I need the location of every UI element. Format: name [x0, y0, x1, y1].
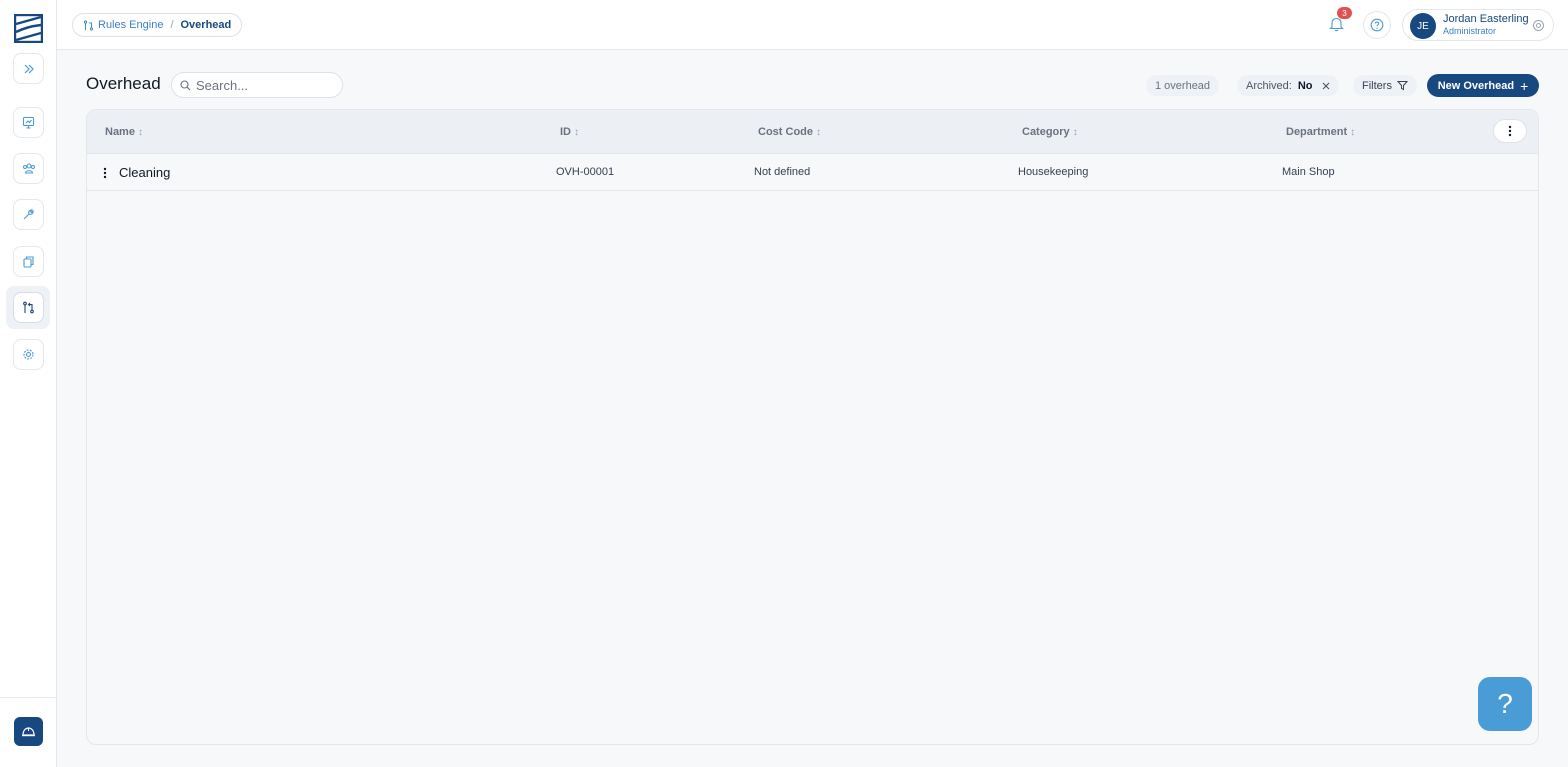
top-bar: Rules Engine / Overhead 3 JE Jordan East… — [57, 0, 1568, 50]
sidebar-item-rules-engine[interactable] — [6, 286, 50, 329]
gear-icon — [23, 349, 34, 360]
hard-hat-icon — [22, 727, 35, 737]
breadcrumb-separator: / — [170, 19, 174, 31]
column-header-id[interactable]: ID ↕ — [560, 126, 579, 138]
filter-icon — [1396, 81, 1408, 91]
sidebar-divider — [0, 697, 57, 698]
cell-name[interactable]: Cleaning — [119, 165, 170, 180]
cell-category: Housekeeping — [1018, 166, 1089, 178]
route-icon — [83, 20, 94, 30]
copy-icon — [23, 256, 34, 268]
avatar: JE — [1410, 13, 1436, 39]
gear-icon[interactable] — [1532, 19, 1545, 32]
row-actions-button[interactable] — [101, 165, 109, 181]
double-chevron-right-icon — [24, 64, 34, 73]
column-header-department[interactable]: Department ↕ — [1286, 126, 1355, 138]
cell-id: OVH-00001 — [556, 166, 615, 178]
sort-icon: ↕ — [1350, 126, 1356, 138]
breadcrumb: Rules Engine / Overhead — [72, 13, 243, 37]
help-chat-button[interactable]: ? — [1478, 677, 1532, 731]
sidebar-item-documents[interactable] — [13, 246, 44, 277]
wrench-icon — [23, 209, 34, 220]
question-circle-icon — [1370, 18, 1384, 32]
archived-filter-value: No — [1297, 79, 1313, 92]
new-overhead-label: New Overhead — [1437, 79, 1515, 92]
column-header-category[interactable]: Category ↕ — [1022, 126, 1078, 138]
notification-count-badge: 3 — [1337, 7, 1352, 19]
plus-icon: + — [1520, 77, 1529, 94]
sort-icon: ↕ — [574, 126, 579, 138]
route-icon — [22, 301, 34, 314]
sort-icon: ↕ — [137, 126, 143, 138]
table-options-button[interactable] — [1493, 119, 1527, 143]
remove-filter-button[interactable] — [1322, 82, 1330, 90]
new-overhead-button[interactable]: New Overhead + — [1427, 74, 1539, 97]
company-logo[interactable] — [14, 14, 43, 43]
search-icon — [180, 79, 191, 90]
user-menu[interactable]: JE Jordan Easterling Administrator — [1402, 9, 1554, 41]
sidebar-bottom-button[interactable] — [14, 717, 43, 746]
filters-button[interactable]: Filters — [1353, 75, 1417, 96]
sidebar-item-rules-engine-inner — [12, 292, 44, 323]
users-icon — [22, 163, 35, 174]
breadcrumb-rules-engine-link[interactable]: Rules Engine — [98, 19, 163, 31]
search-box — [171, 72, 343, 98]
page-title: Overhead — [86, 74, 161, 93]
result-count-badge: 1 overhead — [1146, 75, 1220, 96]
sidebar-item-users[interactable] — [13, 153, 44, 184]
breadcrumb-current: Overhead — [180, 19, 232, 31]
column-header-cost-code[interactable]: Cost Code ↕ — [758, 126, 821, 138]
user-name: Jordan Easterling — [1443, 13, 1529, 25]
sidebar-item-tools[interactable] — [13, 199, 44, 230]
cell-department: Main Shop — [1282, 166, 1335, 178]
filters-label: Filters — [1362, 79, 1392, 92]
sidebar-item-dashboard[interactable] — [13, 107, 44, 138]
sort-icon: ↕ — [1072, 126, 1078, 138]
user-role: Administrator — [1443, 26, 1497, 36]
archived-filter-label: Archived: — [1246, 79, 1292, 92]
clipboard-chart-icon — [22, 116, 35, 129]
table-header: Name ↕ ID ↕ Cost Code ↕ Category ↕ Departmen… — [87, 110, 1538, 154]
archived-filter-chip: Archived: No — [1237, 75, 1339, 96]
sidebar — [0, 0, 57, 767]
help-button[interactable] — [1363, 11, 1391, 39]
cell-cost-code: Not defined — [754, 166, 811, 178]
sort-icon: ↕ — [816, 126, 821, 138]
close-icon — [1322, 82, 1329, 89]
overhead-table: Name ↕ ID ↕ Cost Code ↕ Category ↕ Departmen… — [86, 109, 1539, 745]
kebab-menu-icon — [103, 167, 107, 179]
sidebar-expand-button[interactable] — [13, 53, 44, 84]
sidebar-item-settings[interactable] — [13, 339, 44, 370]
kebab-menu-icon — [1508, 125, 1512, 137]
table-row[interactable]: Cleaning OVH-00001 Not defined Housekeep… — [87, 154, 1538, 191]
column-header-name[interactable]: Name ↕ — [105, 126, 143, 138]
search-input[interactable] — [196, 77, 336, 93]
